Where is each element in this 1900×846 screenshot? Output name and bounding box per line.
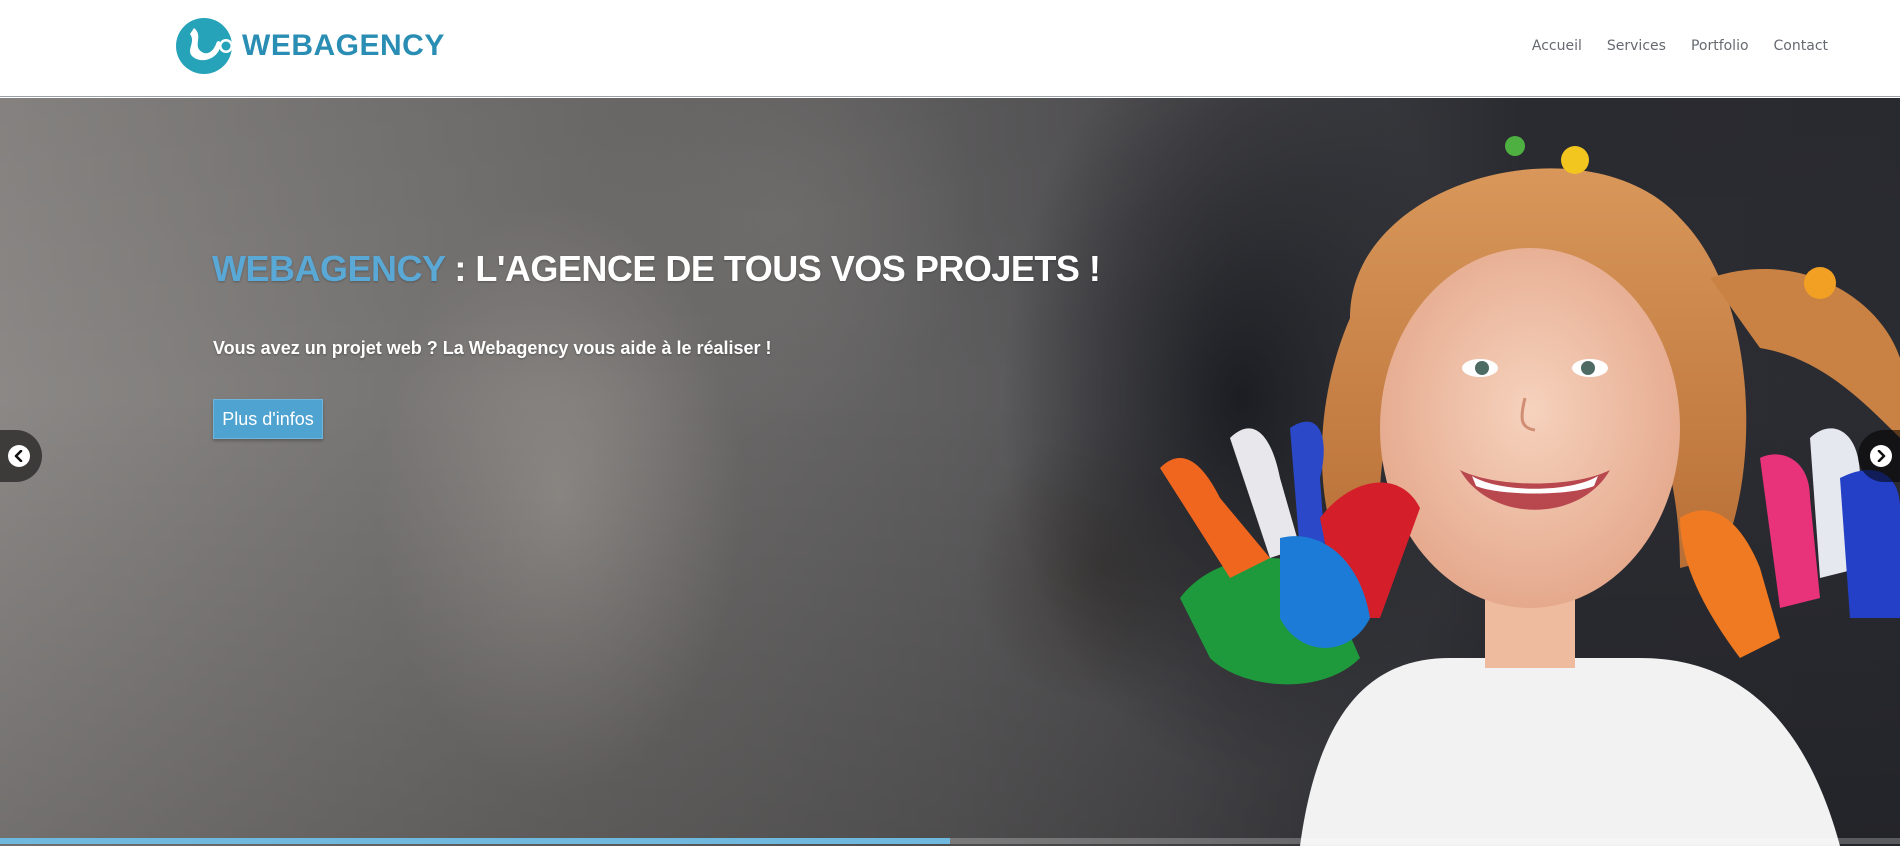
nav-portfolio[interactable]: Portfolio [1691, 38, 1749, 54]
nav-accueil[interactable]: Accueil [1532, 38, 1582, 54]
slide-progress-bar [0, 838, 1900, 844]
site-logo[interactable]: WEBAGENCY [174, 16, 445, 76]
hero-slider: WEBAGENCY : L'AGENCE DE TOUS VOS PROJETS… [0, 98, 1900, 846]
chevron-left-icon [8, 445, 30, 467]
more-info-button[interactable]: Plus d'infos [213, 399, 323, 439]
logo-text: WEBAGENCY [242, 29, 445, 62]
hero-image-girl-painted-hands [1160, 136, 1900, 846]
hero-title-brand: WEBAGENCY [212, 248, 445, 289]
hero-title: WEBAGENCY : L'AGENCE DE TOUS VOS PROJETS… [212, 248, 1101, 290]
webagency-logo-icon [176, 18, 233, 74]
site-header: WEBAGENCY Accueil Services Portfolio Con… [0, 0, 1900, 97]
main-nav: Accueil Services Portfolio Contact [1532, 38, 1828, 54]
hero-subtitle: Vous avez un projet web ? La Webagency v… [213, 338, 772, 358]
nav-services[interactable]: Services [1607, 38, 1666, 54]
hero-title-rest: : L'AGENCE DE TOUS VOS PROJETS ! [444, 248, 1101, 289]
nav-contact[interactable]: Contact [1774, 38, 1828, 54]
slide-progress-fill [0, 838, 950, 844]
chevron-right-icon [1870, 445, 1892, 467]
